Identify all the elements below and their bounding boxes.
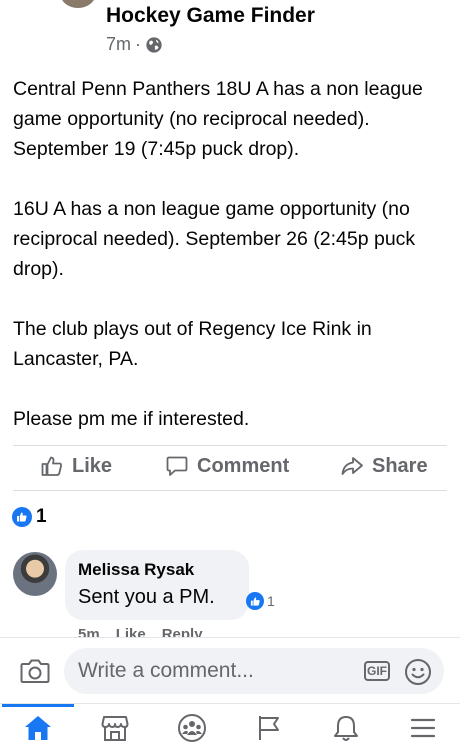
comment-text: Sent you a PM. bbox=[78, 586, 215, 608]
gif-icon[interactable]: GIF bbox=[364, 661, 390, 681]
comment-bubble-icon bbox=[166, 456, 188, 476]
group-name[interactable]: Hockey Game Finder bbox=[106, 4, 315, 28]
post-meta: 7m · bbox=[106, 34, 163, 55]
meta-separator: · bbox=[135, 34, 142, 54]
tab-groups[interactable] bbox=[156, 704, 228, 751]
notifications-bell-icon bbox=[334, 715, 358, 741]
comment-placeholder: Write a comment... bbox=[78, 659, 254, 682]
bottom-tab-bar bbox=[0, 703, 460, 751]
post-header: Hockey Game Finder 7m · bbox=[0, 0, 460, 62]
globe-icon bbox=[146, 36, 162, 53]
emoji-icon[interactable] bbox=[404, 658, 432, 686]
like-reaction-icon bbox=[12, 507, 32, 527]
group-avatar[interactable] bbox=[60, 0, 96, 8]
commenter-name[interactable]: Melissa Rysak bbox=[78, 560, 194, 580]
like-reaction-icon bbox=[246, 592, 264, 610]
camera-icon[interactable] bbox=[20, 658, 50, 684]
post-paragraph: Central Penn Panthers 18U A has a non le… bbox=[13, 78, 423, 160]
comment-input[interactable]: Write a comment... GIF bbox=[64, 648, 444, 694]
tab-menu[interactable] bbox=[387, 704, 459, 751]
tab-marketplace[interactable] bbox=[79, 704, 151, 751]
post-paragraph: Please pm me if interested. bbox=[13, 408, 250, 430]
share-label: Share bbox=[372, 454, 428, 477]
reaction-count: 1 bbox=[36, 506, 47, 527]
like-button[interactable]: Like bbox=[40, 454, 112, 478]
comment-label: Comment bbox=[197, 454, 290, 477]
tab-home[interactable] bbox=[2, 704, 74, 751]
thumbs-up-icon bbox=[41, 456, 62, 476]
divider bbox=[13, 490, 447, 491]
post-body: Central Penn Panthers 18U A has a non le… bbox=[13, 74, 443, 464]
like-label: Like bbox=[72, 454, 113, 477]
commenter-avatar[interactable] bbox=[13, 552, 57, 596]
tab-notifications[interactable] bbox=[310, 704, 382, 751]
groups-icon bbox=[178, 713, 206, 742]
tab-pages[interactable] bbox=[233, 704, 305, 751]
post-action-bar: Like Comment Share bbox=[0, 446, 460, 490]
comment-button[interactable]: Comment bbox=[165, 454, 289, 478]
marketplace-icon bbox=[101, 715, 129, 741]
post-time[interactable]: 7m bbox=[106, 34, 131, 55]
comment-reaction-count: 1 bbox=[267, 593, 275, 609]
share-button[interactable]: Share bbox=[340, 454, 428, 478]
pages-flag-icon bbox=[259, 715, 279, 740]
comment-composer: Write a comment... GIF bbox=[0, 637, 460, 704]
post-paragraph: 16U A has a non league game opportunity … bbox=[13, 198, 416, 280]
post-reactions[interactable]: 1 bbox=[12, 506, 47, 528]
comment-bubble[interactable]: Melissa Rysak Sent you a PM. bbox=[65, 550, 249, 620]
comment-reaction[interactable]: 1 bbox=[246, 592, 275, 610]
home-icon bbox=[25, 715, 51, 740]
post-paragraph: The club plays out of Regency Ice Rink i… bbox=[13, 318, 372, 370]
menu-icon bbox=[410, 718, 436, 737]
share-arrow-icon bbox=[341, 457, 363, 475]
